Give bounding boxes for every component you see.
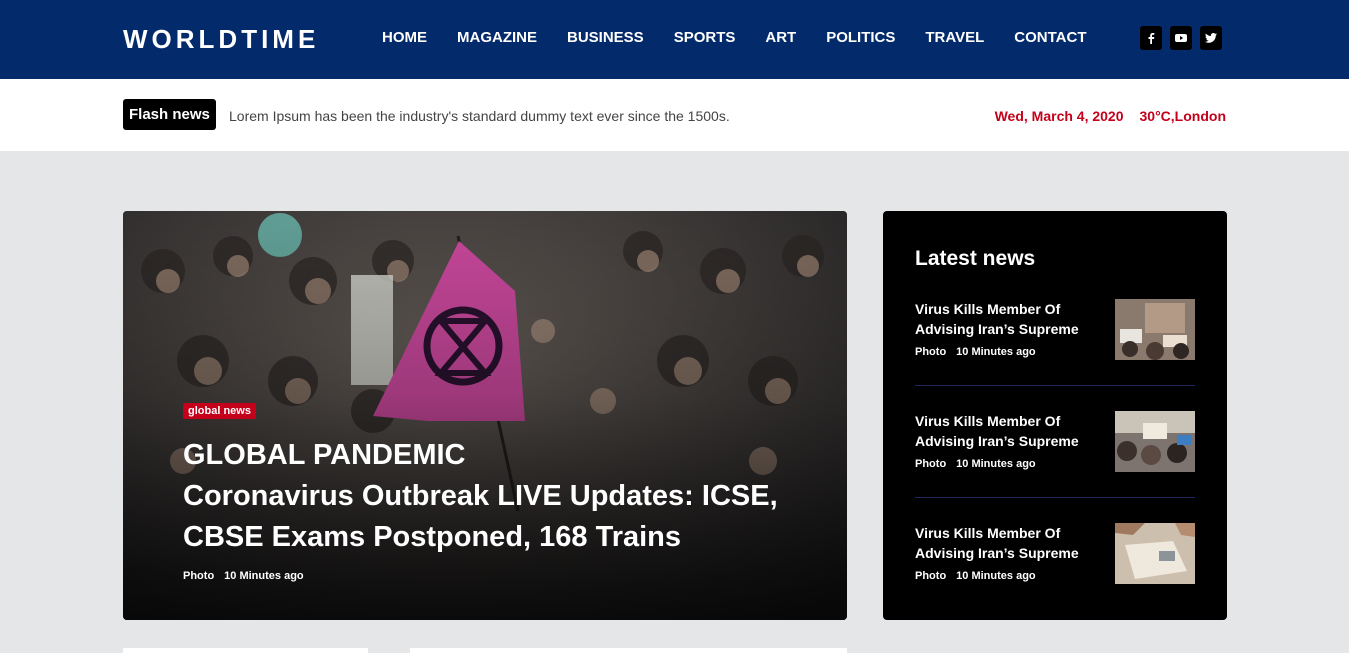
news-meta: Photo 10 Minutes ago [915,570,1036,582]
latest-news-panel: Latest news Virus Kills Member Of Advisi… [883,211,1227,620]
nav-politics[interactable]: POLITICS [826,29,895,47]
social-links [1140,26,1222,50]
meta-time: 10 Minutes ago [956,570,1036,582]
main-nav: HOME MAGAZINE BUSINESS SPORTS ART POLITI… [382,29,1116,47]
hero-meta: Photo 10 Minutes ago [183,570,803,582]
nav-art[interactable]: ART [765,29,796,47]
flash-news-bar: Flash news Lorem Ipsum has been the indu… [0,79,1349,151]
twitter-icon[interactable] [1200,26,1222,50]
youtube-icon[interactable] [1170,26,1192,50]
list-item[interactable]: Virus Kills Member Of Advising Iran’s Su… [915,299,1195,385]
weather-info: 30°C,London [1139,108,1226,124]
hero-headline-line: Coronavirus Outbreak LIVE Updates: ICSE, [183,480,778,512]
flash-news-text[interactable]: Lorem Ipsum has been the industry's stan… [229,108,730,124]
latest-news-heading: Latest news [915,247,1036,270]
flash-news-badge: Flash news [123,99,216,130]
meta-type: Photo [183,570,215,582]
divider [915,497,1195,498]
nav-sports[interactable]: SPORTS [674,29,736,47]
news-title[interactable]: Virus Kills Member Of Advising Iran’s Su… [915,523,1095,563]
meta-type: Photo [915,570,947,582]
news-thumbnail[interactable] [1115,523,1195,584]
content-card-edge [123,648,368,653]
top-navbar: WORLDTIME HOME MAGAZINE BUSINESS SPORTS … [0,0,1349,79]
meta-time: 10 Minutes ago [956,346,1036,358]
news-title[interactable]: Virus Kills Member Of Advising Iran’s Su… [915,411,1095,451]
nav-business[interactable]: BUSINESS [567,29,644,47]
news-meta: Photo 10 Minutes ago [915,346,1036,358]
current-date: Wed, March 4, 2020 [994,108,1124,124]
site-logo[interactable]: WORLDTIME [123,24,319,55]
date-weather: Wed, March 4, 2020 30°C,London [995,108,1226,124]
hero-article[interactable]: global news GLOBAL PANDEMIC Coronavirus … [123,211,847,620]
divider [915,385,1195,386]
nav-contact[interactable]: CONTACT [1014,29,1086,47]
list-item[interactable]: Virus Kills Member Of Advising Iran’s Su… [915,411,1195,497]
meta-time: 10 Minutes ago [956,458,1036,470]
nav-magazine[interactable]: MAGAZINE [457,29,537,47]
nav-travel[interactable]: TRAVEL [925,29,984,47]
news-thumbnail[interactable] [1115,411,1195,472]
nav-home[interactable]: HOME [382,29,427,47]
news-thumbnail[interactable] [1115,299,1195,360]
news-title[interactable]: Virus Kills Member Of Advising Iran’s Su… [915,299,1095,339]
news-meta: Photo 10 Minutes ago [915,458,1036,470]
facebook-icon[interactable] [1140,26,1162,50]
hero-content: global news GLOBAL PANDEMIC Coronavirus … [183,401,803,582]
hero-headline[interactable]: GLOBAL PANDEMIC Coronavirus Outbreak LIV… [183,435,803,558]
meta-type: Photo [915,346,947,358]
content-card-edge [410,648,847,653]
list-item[interactable]: Virus Kills Member Of Advising Iran’s Su… [915,523,1195,609]
meta-time: 10 Minutes ago [224,570,304,582]
meta-type: Photo [915,458,947,470]
category-tag[interactable]: global news [183,403,256,419]
hero-headline-line: GLOBAL PANDEMIC [183,439,466,471]
hero-headline-line: CBSE Exams Postponed, 168 Trains [183,521,682,553]
